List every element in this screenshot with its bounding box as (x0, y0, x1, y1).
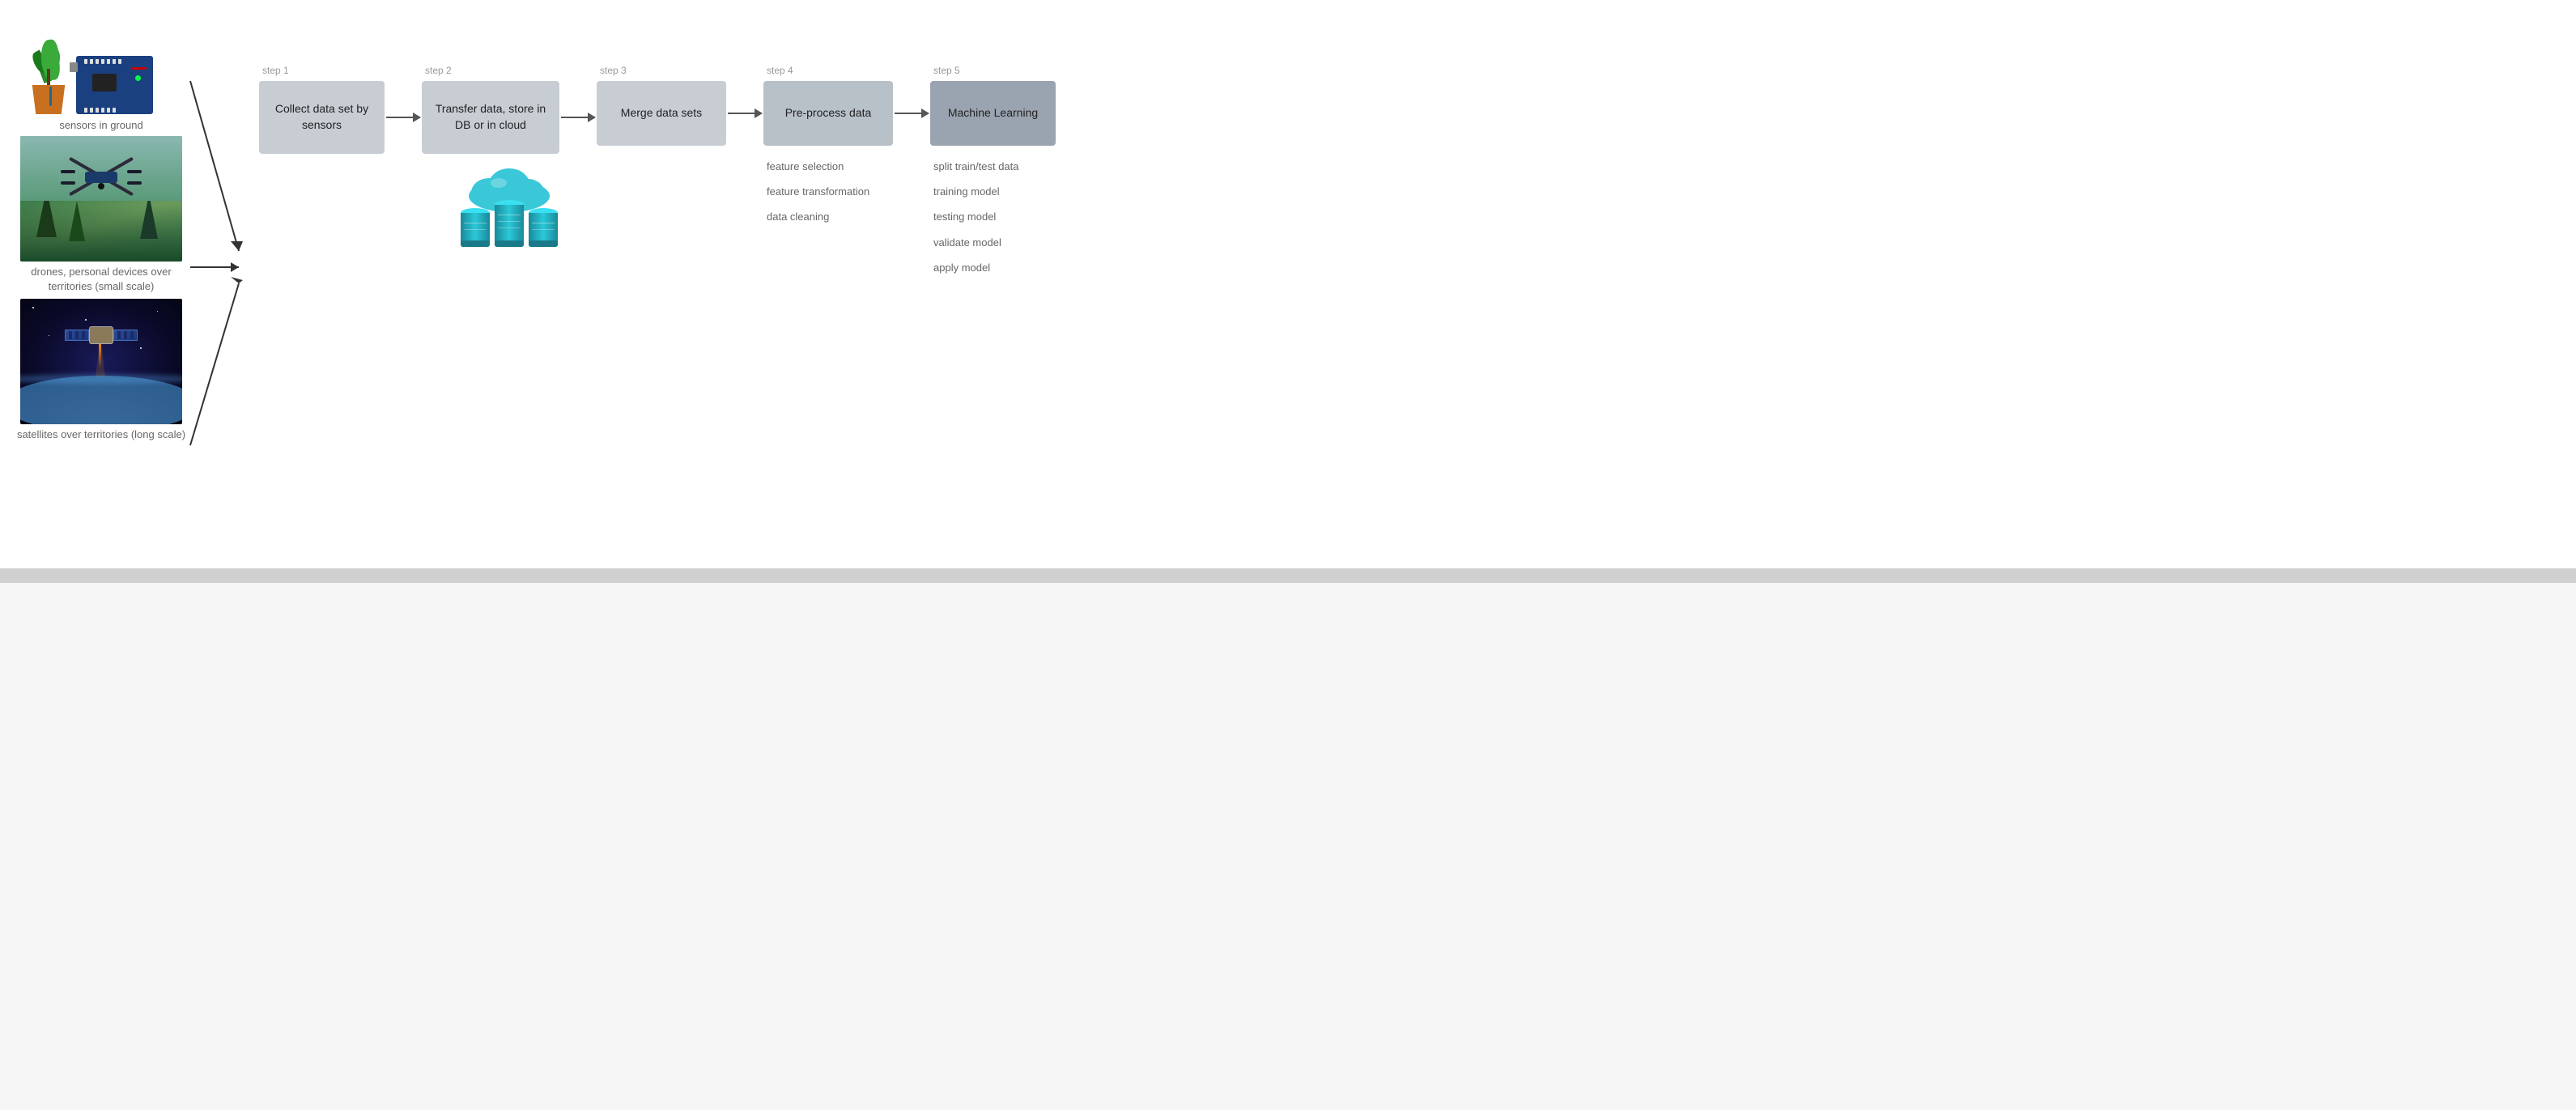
steps-row: step 1 Collect data set by sensors step … (259, 65, 2560, 280)
steps-area: step 1 Collect data set by sensors step … (259, 24, 2560, 567)
step1-box: Collect data set by sensors (259, 81, 385, 154)
step3-unit: step 3 Merge data sets (597, 65, 763, 235)
sensor-label: sensors in ground (59, 119, 142, 131)
step5-label: step 5 (933, 65, 1056, 76)
step4-subitem-0: feature selection (767, 154, 930, 179)
left-sources-column: sensors in ground (16, 24, 186, 567)
step4-subitem-2: data cleaning (767, 204, 930, 229)
arrow-3-4 (728, 113, 762, 114)
drone-label: drones, personal devices over territorie… (16, 265, 186, 294)
step5-box: Machine Learning (930, 81, 1056, 146)
step5-subitem-0: split train/test data (933, 154, 1056, 179)
step5-subitem-4: apply model (933, 255, 1056, 280)
arrow-2-3 (561, 117, 595, 118)
step2-unit: step 2 Transfer data, store in DB or in … (422, 65, 597, 247)
step5-subitems: split train/test data training model tes… (930, 146, 1056, 280)
step3-label: step 3 (600, 65, 763, 76)
step5-subitem-2: testing model (933, 204, 1056, 229)
step1-label: step 1 (262, 65, 422, 76)
step3-box: Merge data sets (597, 81, 726, 146)
arrow-4-5 (895, 113, 929, 114)
satellite-source: satellites over territories (long scale) (16, 299, 186, 442)
step4-unit: step 4 Pre-process data feature selectio… (763, 65, 930, 230)
step5-subitem-3: validate model (933, 230, 1056, 255)
arrow-1-2 (386, 117, 420, 118)
step2-label: step 2 (425, 65, 597, 76)
step4-label: step 4 (767, 65, 930, 76)
bottom-bar (0, 568, 2576, 583)
cloud-db-visual (422, 162, 597, 247)
satellite-label: satellites over territories (long scale) (17, 427, 185, 442)
step4-subitem-1: feature transformation (767, 179, 930, 204)
step4-subitems: feature selection feature transformation… (763, 146, 930, 230)
step2-box: Transfer data, store in DB or in cloud (422, 81, 559, 154)
step1-unit: step 1 Collect data set by sensors (259, 65, 422, 243)
step4-box: Pre-process data (763, 81, 893, 146)
arrows-svg (186, 16, 251, 567)
step5-subitem-1: training model (933, 179, 1056, 204)
drone-source: drones, personal devices over territorie… (16, 136, 186, 294)
step5-unit: step 5 Machine Learning split train/test… (930, 65, 1056, 280)
diagram-container: sensors in ground (0, 0, 2576, 583)
sensor-source: sensors in ground (16, 24, 186, 131)
